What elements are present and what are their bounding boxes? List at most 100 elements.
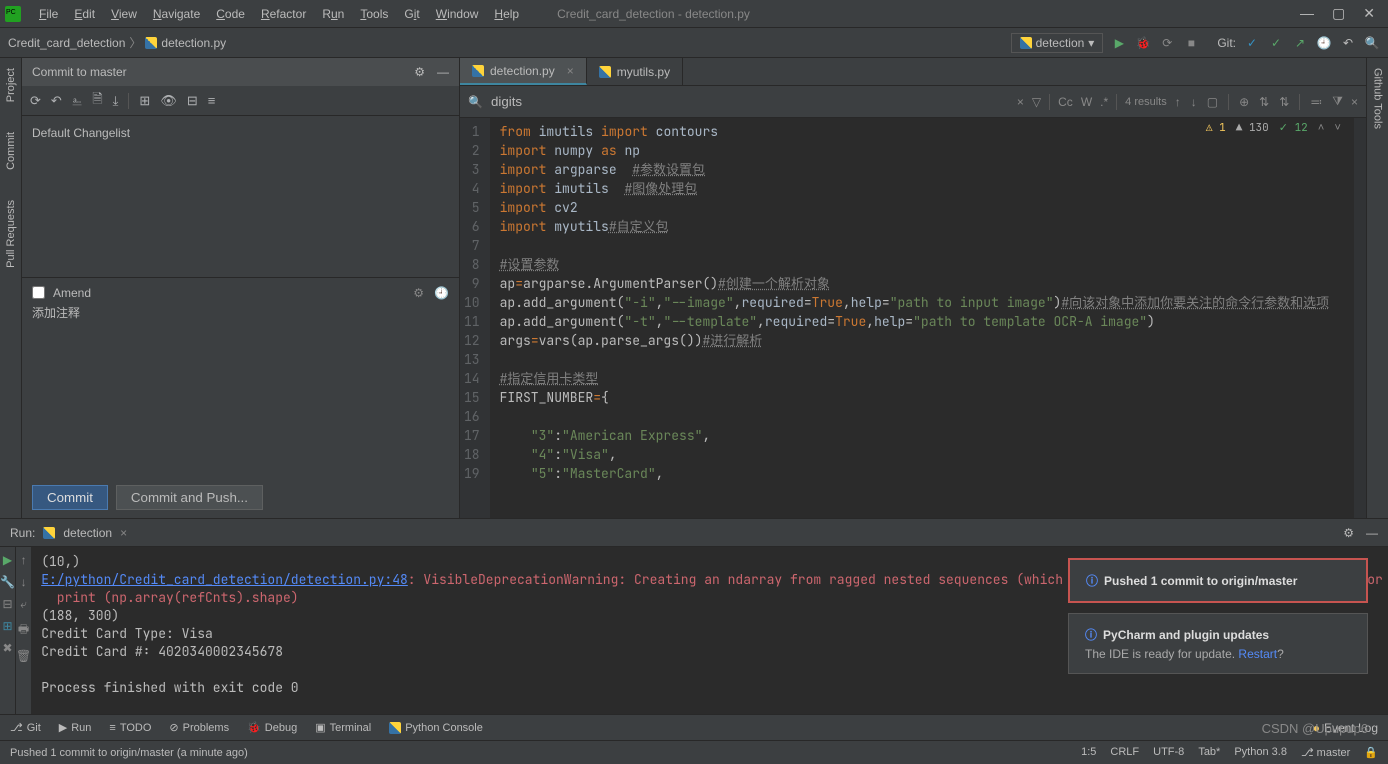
filter-results-icon[interactable]: ⧩ [1332,94,1343,109]
update-notification[interactable]: ⓘ PyCharm and plugin updates The IDE is … [1068,613,1368,674]
select-all-icon[interactable]: ▢ [1207,95,1218,109]
down-icon[interactable]: ↓ [21,575,27,589]
close-search-icon[interactable]: × [1351,95,1358,109]
changelog-icon[interactable]: 🗎 [92,90,102,112]
hide-icon[interactable]: — [437,65,449,79]
shelf-icon[interactable]: ⤓ [113,93,119,109]
breadcrumb-project[interactable]: Credit_card_detection [8,36,125,50]
run-tool[interactable]: ▶ Run [59,721,92,734]
regex-icon[interactable]: .* [1100,95,1108,109]
status-branch[interactable]: ⎇ master [1301,746,1350,759]
rerun-icon[interactable]: ▶ [3,553,12,567]
run-config-selector[interactable]: detection ▾ [1011,33,1104,53]
restart-link[interactable]: Restart [1238,647,1277,661]
menu-code[interactable]: Code [208,7,253,21]
git-tool[interactable]: ⎇ Git [10,721,41,734]
run-settings-icon[interactable]: ⚙ [1343,526,1354,540]
debug-button[interactable]: 🐞 [1135,35,1151,51]
inspection-error-icon[interactable]: ⚠ 1 [1206,121,1226,135]
maximize-button[interactable]: ▢ [1332,5,1345,22]
menu-run[interactable]: Run [314,7,352,21]
expand-icon[interactable]: ⊟ [187,93,198,109]
github-tools-tab[interactable]: Github Tools [1372,68,1384,129]
words-icon[interactable]: W [1081,95,1092,109]
wrench-icon[interactable]: 🔧 [0,575,15,589]
lock-icon[interactable]: 🔒 [1364,746,1378,759]
gear-icon[interactable]: ⚙ [413,286,424,300]
add-selection-icon[interactable]: ⊕ [1239,95,1249,109]
status-encoding[interactable]: UTF-8 [1153,746,1184,759]
close-button[interactable]: ✕ [1363,5,1375,22]
layout-icon[interactable]: ⊞ [2,619,12,633]
toggle-icon[interactable]: ⇅ [1259,95,1269,109]
clear-search-icon[interactable]: × [1017,95,1024,109]
settings-icon[interactable]: ≕ [1310,95,1322,109]
search-input[interactable] [491,94,1009,109]
push-notification[interactable]: ⓘ Pushed 1 commit to origin/master [1068,558,1368,603]
status-line-sep[interactable]: CRLF [1110,746,1139,759]
inspection-warning-icon[interactable]: ▲ 130 [1236,121,1269,135]
project-tab[interactable]: Project [5,68,17,102]
minimize-button[interactable]: — [1300,5,1314,22]
menu-window[interactable]: Window [428,7,487,21]
tab-detection[interactable]: detection.py × [460,58,587,85]
commit-and-push-button[interactable]: Commit and Push... [116,485,263,510]
terminal-tool[interactable]: ▣ Terminal [315,721,371,734]
pull-requests-tab[interactable]: Pull Requests [5,200,17,268]
status-position[interactable]: 1:5 [1081,746,1096,759]
code-editor[interactable]: 12345678910111213141516171819 from imuti… [460,118,1366,518]
python-console-tool[interactable]: Python Console [389,722,483,734]
menu-view[interactable]: View [103,7,145,21]
breadcrumb-file[interactable]: detection.py [161,36,226,50]
stop-button[interactable]: ■ [1183,35,1199,51]
debug-tool[interactable]: 🐞 Debug [247,721,297,734]
tab-close-icon[interactable]: × [567,64,574,78]
commit-button[interactable]: Commit [32,485,108,510]
problems-tool[interactable]: ⊘ Problems [169,721,229,734]
close-output-icon[interactable]: ✖ [2,641,12,655]
diff-icon[interactable]: ⎁ [72,93,82,109]
status-interpreter[interactable]: Python 3.8 [1234,746,1287,759]
amend-checkbox[interactable] [32,286,45,299]
menu-tools[interactable]: Tools [352,7,396,21]
git-push-icon[interactable]: ↗ [1292,35,1308,51]
status-indent[interactable]: Tab* [1198,746,1220,759]
filter-icon[interactable]: ▽ [1032,95,1041,109]
settings-icon[interactable]: ⚙ [414,65,425,79]
tab-myutils[interactable]: myutils.py [587,58,683,85]
history-icon[interactable]: 🕘 [1316,35,1332,51]
menu-file[interactable]: File [31,7,66,21]
chevron-down-icon[interactable]: ˅ [1334,121,1341,135]
match-case-icon[interactable]: Cc [1058,95,1073,109]
commit-tab[interactable]: Commit [5,132,17,170]
error-stripe[interactable] [1354,118,1366,518]
rollback-icon[interactable]: ↶ [1340,35,1356,51]
rollback-icon[interactable]: ↶ [51,93,62,109]
show-icon[interactable]: 👁 [160,93,177,109]
menu-edit[interactable]: Edit [66,7,103,21]
group-icon[interactable]: ⊞ [139,93,150,109]
print-icon[interactable]: 🖶 [18,620,29,641]
pin-icon[interactable]: ⊟ [2,597,12,611]
coverage-button[interactable]: ⟳ [1159,35,1175,51]
toggle2-icon[interactable]: ⇅ [1279,95,1289,109]
hide-run-icon[interactable]: — [1366,526,1378,540]
close-run-tab-icon[interactable]: × [120,526,127,540]
commit-message-input[interactable] [32,306,449,320]
refresh-icon[interactable]: ⟳ [30,93,41,109]
collapse-icon[interactable]: ≡ [208,93,216,108]
menu-help[interactable]: Help [486,7,527,21]
menu-git[interactable]: Git [396,7,427,21]
todo-tool[interactable]: ≡ TODO [109,722,151,734]
git-commit-icon[interactable]: ✓ [1268,35,1284,51]
menu-refactor[interactable]: Refactor [253,7,314,21]
inspection-typo-icon[interactable]: ✓ 12 [1279,121,1308,135]
default-changelist[interactable]: Default Changelist [32,122,449,144]
run-button[interactable]: ▶ [1111,35,1127,51]
chevron-up-icon[interactable]: ˄ [1318,121,1325,135]
code-content[interactable]: from imutils import contoursimport numpy… [490,118,1354,518]
soft-wrap-icon[interactable]: ⤶ [20,597,27,612]
trash-icon[interactable]: 🗑 [16,649,31,663]
menu-navigate[interactable]: Navigate [145,7,208,21]
search-everywhere-icon[interactable]: 🔍 [1364,35,1380,51]
